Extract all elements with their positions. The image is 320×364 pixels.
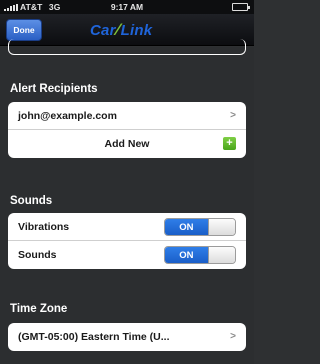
chevron-right-icon: > bbox=[230, 110, 236, 121]
alert-recipients-group: john@example.com > Add New + bbox=[8, 102, 246, 158]
toggle-knob[interactable] bbox=[207, 247, 235, 263]
sounds-row: Sounds ON bbox=[8, 241, 246, 269]
vibrations-toggle[interactable]: ON bbox=[164, 218, 236, 236]
toggle-knob[interactable] bbox=[207, 219, 235, 235]
recipient-row[interactable]: john@example.com > bbox=[8, 102, 246, 130]
time-zone-group: (GMT-05:00) Eastern Time (U... > bbox=[8, 323, 246, 351]
sounds-group: Vibrations ON Sounds ON bbox=[8, 213, 246, 269]
add-icon[interactable]: + bbox=[223, 137, 236, 150]
recipient-email: john@example.com bbox=[18, 109, 117, 122]
logo-text-link: Link bbox=[120, 21, 153, 39]
alert-recipients-header: Alert Recipients bbox=[10, 83, 98, 95]
toggle-state: ON bbox=[165, 219, 208, 235]
time-zone-value: (GMT-05:00) Eastern Time (U... bbox=[18, 331, 170, 343]
time-zone-row[interactable]: (GMT-05:00) Eastern Time (U... > bbox=[8, 323, 246, 351]
clock: 9:17 AM bbox=[110, 2, 144, 12]
done-button[interactable]: Done bbox=[6, 19, 42, 41]
carlink-logo: Car ⁄ Link bbox=[90, 20, 152, 40]
vibrations-row: Vibrations ON bbox=[8, 213, 246, 241]
settings-content[interactable]: Alert Recipients john@example.com > Add … bbox=[0, 39, 254, 364]
add-new-label: Add New bbox=[104, 138, 150, 150]
sounds-header: Sounds bbox=[10, 195, 53, 207]
logo-text-car: Car bbox=[90, 21, 116, 39]
sounds-label: Sounds bbox=[18, 249, 57, 261]
vibrations-label: Vibrations bbox=[18, 220, 70, 233]
status-bar: AT&T 3G 9:17 AM bbox=[0, 0, 254, 14]
chevron-right-icon: > bbox=[230, 331, 236, 342]
battery-icon bbox=[232, 3, 250, 11]
toggle-state: ON bbox=[165, 247, 208, 263]
time-zone-header: Time Zone bbox=[10, 303, 68, 315]
previous-group-edge bbox=[8, 39, 246, 55]
sounds-toggle[interactable]: ON bbox=[164, 246, 236, 264]
logo-slash-icon: ⁄ bbox=[116, 20, 120, 39]
add-new-row[interactable]: Add New + bbox=[8, 130, 246, 158]
